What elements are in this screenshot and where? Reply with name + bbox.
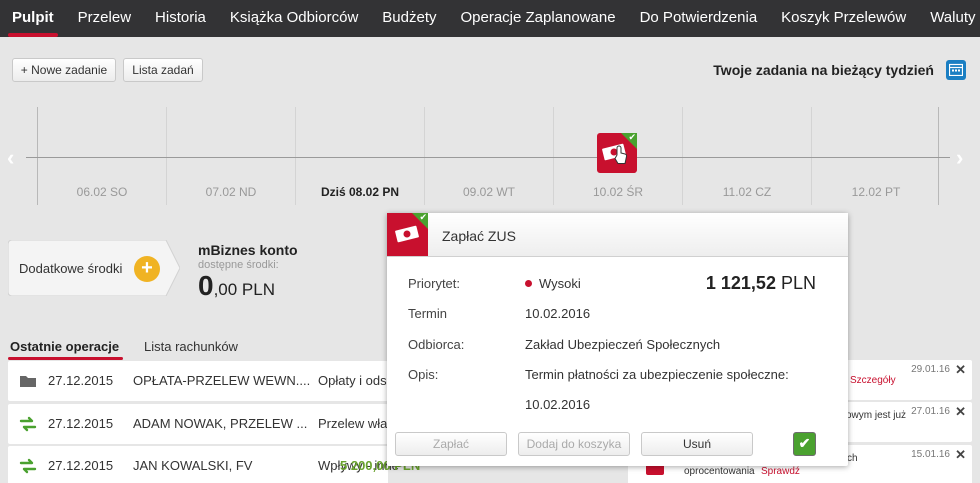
operation-category: Opłaty i ods: [318, 373, 387, 388]
plus-icon[interactable]: +: [134, 256, 160, 282]
tab-do-potwierdzenia[interactable]: Do Potwierdzenia: [628, 0, 770, 37]
notification-date: 29.01.16: [911, 364, 950, 375]
balance-integer: 0: [198, 270, 214, 301]
tab-operacje-zaplanowane[interactable]: Operacje Zaplanowane: [448, 0, 627, 37]
delete-button[interactable]: Usuń: [641, 432, 753, 456]
close-icon[interactable]: ✕: [955, 362, 966, 378]
transfer-arrows-icon: [19, 458, 37, 474]
notification-date: 15.01.16: [911, 449, 950, 460]
task-popup: ✔ Zapłać ZUS Priorytet: Wysoki 1 121,52 …: [387, 213, 848, 466]
term-value: 10.02.2016: [525, 306, 591, 321]
operation-date: 27.12.2015: [48, 458, 114, 473]
tab-przelew[interactable]: Przelew: [66, 0, 143, 37]
close-icon[interactable]: ✕: [955, 404, 966, 420]
account-balance: 0,00 PLN: [198, 270, 275, 302]
description-label: Opis:: [408, 367, 439, 382]
done-button[interactable]: ✔: [793, 432, 816, 456]
tab-ksiazka-odbiorcow[interactable]: Książka Odbiorców: [218, 0, 370, 37]
timeline-next-arrow[interactable]: ›: [956, 145, 963, 171]
priority-value: Wysoki: [525, 276, 581, 291]
popup-header: ✔ Zapłać ZUS: [387, 213, 848, 257]
operation-category: Przelew wła: [318, 416, 388, 431]
folder-icon: [20, 376, 36, 387]
notification-link[interactable]: Szczegóły: [850, 375, 896, 386]
description-value: Termin płatności za ubezpieczenie społec…: [525, 367, 789, 382]
account-name: mBiznes konto: [198, 242, 298, 258]
operation-name: OPŁATA-PRZELEW WEWN....: [133, 373, 311, 388]
operation-row[interactable]: 27.12.2015 ADAM NOWAK, PRZELEW ... Przel…: [8, 404, 388, 444]
priority-label: Priorytet:: [408, 276, 461, 291]
tab-recent-operations[interactable]: Ostatnie operacje: [7, 339, 124, 360]
add-to-basket-button[interactable]: Dodaj do koszyka: [518, 432, 630, 456]
tab-koszyk-przelewow[interactable]: Koszyk Przelewów: [769, 0, 918, 37]
operation-date: 27.12.2015: [48, 373, 114, 388]
money-icon: ✔: [387, 213, 428, 256]
tab-waluty[interactable]: Waluty: [918, 0, 980, 37]
task-amount: 1 121,52 PLN: [705, 273, 816, 293]
operation-date: 27.12.2015: [48, 416, 114, 431]
close-icon[interactable]: ✕: [955, 447, 966, 463]
tab-budzety[interactable]: Budżety: [370, 0, 448, 37]
operation-name: ADAM NOWAK, PRZELEW ...: [133, 416, 308, 431]
timeline-event-zus[interactable]: ✔: [597, 133, 637, 173]
timeline-day: 10.02 ŚR: [592, 185, 644, 199]
notification-text-line2: oprocentowania: [684, 466, 755, 477]
timeline-day: 12.02 PT: [851, 185, 901, 199]
operation-row[interactable]: 27.12.2015 OPŁATA-PRZELEW WEWN.... Opłat…: [8, 361, 388, 401]
recipient-label: Odbiorca:: [408, 337, 465, 352]
priority-dot-icon: [525, 280, 532, 287]
timeline-day: 06.02 SO: [76, 185, 128, 199]
task-list-button[interactable]: Lista zadań: [123, 58, 203, 82]
tab-accounts-list[interactable]: Lista rachunków: [144, 339, 238, 354]
notification-text: ch: [847, 453, 858, 464]
operation-name: JAN KOWALSKI, FV: [133, 458, 253, 473]
notification-date: 27.01.16: [911, 406, 950, 417]
notification-link[interactable]: Sprawdź: [761, 466, 800, 477]
notification-text: owym jest już: [846, 410, 907, 421]
timeline-day: 07.02 ND: [205, 185, 257, 199]
transfer-arrows-icon: [19, 416, 37, 432]
tab-historia[interactable]: Historia: [143, 0, 218, 37]
balance-fraction: ,00 PLN: [213, 280, 276, 299]
timeline-day: 11.02 CZ: [722, 185, 772, 199]
main-nav: Pulpit Przelew Historia Książka Odbiorcó…: [0, 0, 980, 37]
operation-row[interactable]: 27.12.2015 JAN KOWALSKI, FV Wpływy - inn…: [8, 446, 420, 483]
popup-title: Zapłać ZUS: [442, 228, 516, 244]
description-value-line2: 10.02.2016: [525, 397, 591, 412]
timeline-day: 09.02 WT: [462, 185, 516, 199]
recipient-value: Zakład Ubezpieczeń Społecznych: [525, 337, 721, 352]
new-task-button[interactable]: + Nowe zadanie: [12, 58, 116, 82]
tab-pulpit[interactable]: Pulpit: [0, 0, 66, 37]
timeline-prev-arrow[interactable]: ‹: [7, 145, 14, 171]
term-label: Termin: [408, 306, 448, 321]
pay-button[interactable]: Zapłać: [395, 432, 507, 456]
calendar-icon[interactable]: [946, 60, 966, 80]
additional-funds-label: Dodatkowe środki: [19, 261, 123, 276]
timeline-axis: [26, 157, 950, 158]
weekly-tasks-label: Twoje zadania na bieżący tydzień: [713, 62, 934, 78]
timeline-day-today: Dziś 08.02 PN: [320, 185, 400, 199]
